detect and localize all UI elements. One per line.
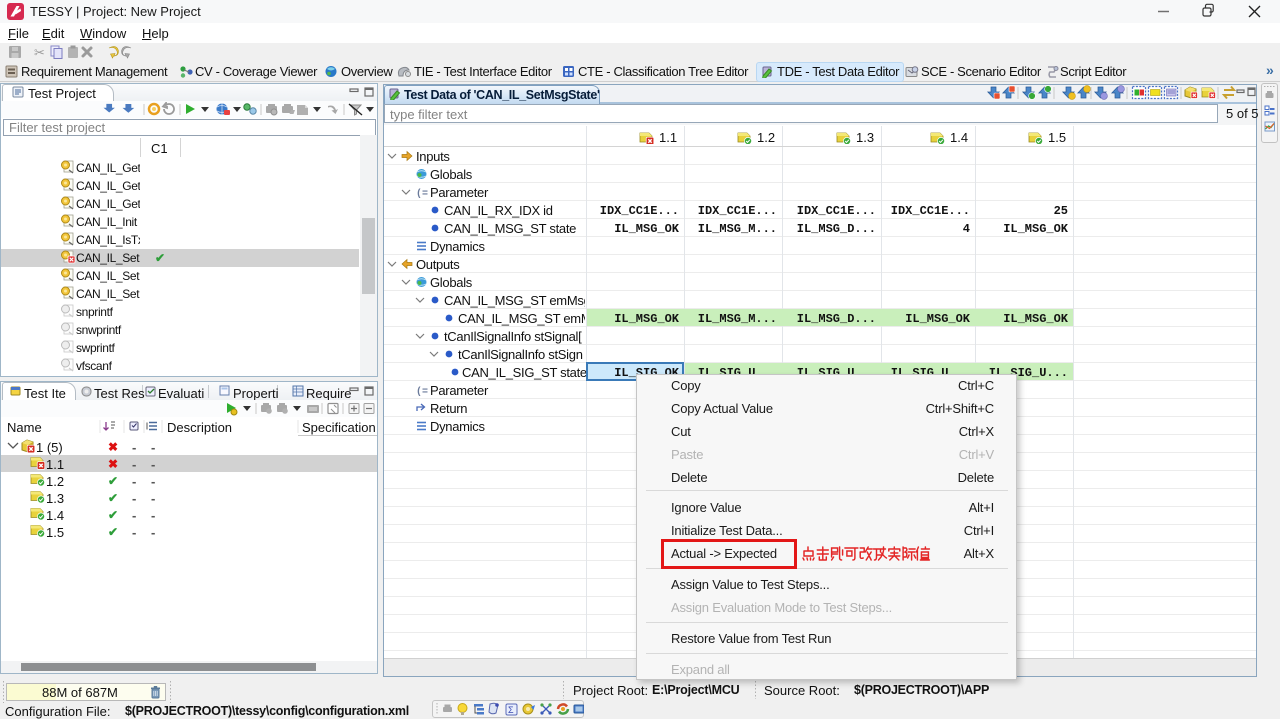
svg-text:(=: (= (416, 386, 428, 398)
svg-text:(=: (= (416, 188, 428, 200)
svg-text:Σ: Σ (508, 705, 514, 715)
